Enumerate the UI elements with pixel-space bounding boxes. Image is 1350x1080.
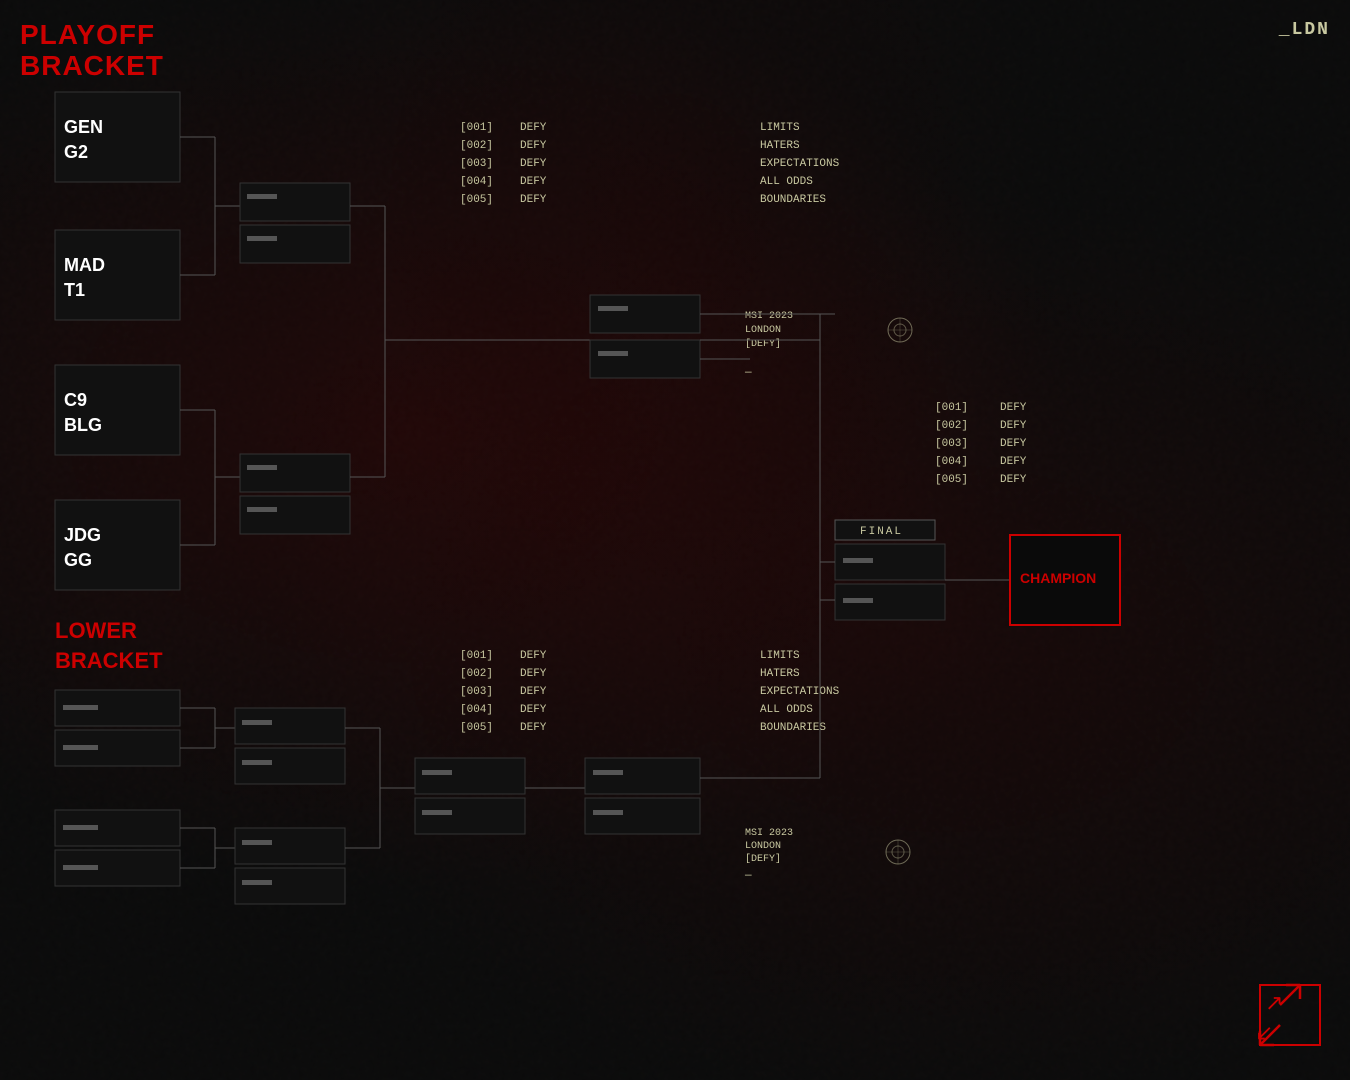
svg-text:LONDON: LONDON <box>745 325 781 336</box>
svg-text:DEFY: DEFY <box>520 140 547 152</box>
svg-text:[003]: [003] <box>935 438 968 450</box>
svg-text:T1: T1 <box>64 280 85 300</box>
svg-text:DEFY: DEFY <box>520 668 547 680</box>
svg-text:GG: GG <box>64 550 92 570</box>
svg-text:LIMITS: LIMITS <box>760 122 800 134</box>
svg-text:CHAMPION: CHAMPION <box>1020 570 1096 586</box>
svg-text:EXPECTATIONS: EXPECTATIONS <box>760 158 840 170</box>
svg-text:DEFY: DEFY <box>1000 438 1027 450</box>
svg-text:BRACKET: BRACKET <box>55 648 163 673</box>
svg-text:EXPECTATIONS: EXPECTATIONS <box>760 686 840 698</box>
svg-text:[003]: [003] <box>460 686 493 698</box>
svg-text:C9: C9 <box>64 390 87 410</box>
svg-text:[004]: [004] <box>460 704 493 716</box>
svg-text:↗: ↗ <box>1265 990 1283 1015</box>
svg-text:DEFY: DEFY <box>520 122 547 134</box>
svg-text:DEFY: DEFY <box>1000 402 1027 414</box>
svg-text:[DEFY]: [DEFY] <box>745 853 781 865</box>
svg-text:↙: ↙ <box>1255 1020 1273 1045</box>
svg-text:—: — <box>744 870 752 882</box>
svg-text:DEFY: DEFY <box>520 686 547 698</box>
svg-text:DEFY: DEFY <box>520 176 547 188</box>
svg-text:DEFY: DEFY <box>520 194 547 206</box>
svg-text:LIMITS: LIMITS <box>760 650 800 662</box>
svg-text:ALL ODDS: ALL ODDS <box>760 176 813 188</box>
svg-text:DEFY: DEFY <box>520 158 547 170</box>
svg-text:BOUNDARIES: BOUNDARIES <box>760 194 826 206</box>
svg-text:MSI 2023: MSI 2023 <box>745 828 793 839</box>
svg-text:HATERS: HATERS <box>760 668 800 680</box>
svg-text:BLG: BLG <box>64 415 102 435</box>
svg-text:LOWER: LOWER <box>55 618 137 643</box>
svg-text:MAD: MAD <box>64 255 105 275</box>
svg-text:[002]: [002] <box>460 140 493 152</box>
svg-text:DEFY: DEFY <box>520 722 547 734</box>
playoff-bracket-title: PLAYOFF BRACKET <box>20 20 164 82</box>
svg-text:—: — <box>744 367 752 379</box>
svg-text:G2: G2 <box>64 142 88 162</box>
svg-text:FINAL: FINAL <box>860 526 903 538</box>
svg-text:[005]: [005] <box>460 194 493 206</box>
svg-text:MSI 2023: MSI 2023 <box>745 311 793 322</box>
svg-text:[004]: [004] <box>935 456 968 468</box>
svg-text:DEFY: DEFY <box>1000 420 1027 432</box>
svg-text:GEN: GEN <box>64 117 103 137</box>
svg-text:[002]: [002] <box>935 420 968 432</box>
svg-text:DEFY: DEFY <box>1000 456 1027 468</box>
svg-text:[004]: [004] <box>460 176 493 188</box>
svg-text:DEFY: DEFY <box>520 650 547 662</box>
svg-text:HATERS: HATERS <box>760 140 800 152</box>
svg-text:DEFY: DEFY <box>1000 474 1027 486</box>
svg-text:JDG: JDG <box>64 525 101 545</box>
svg-text:[002]: [002] <box>460 668 493 680</box>
svg-text:BOUNDARIES: BOUNDARIES <box>760 722 826 734</box>
svg-text:[DEFY]: [DEFY] <box>745 338 781 350</box>
bracket-svg: GEN G2 MAD T1 C9 BLG JDG GG <box>0 0 1350 1080</box>
location-title: _LDN <box>1279 20 1330 40</box>
svg-text:[005]: [005] <box>460 722 493 734</box>
svg-text:[001]: [001] <box>460 122 493 134</box>
header: PLAYOFF BRACKET _LDN <box>20 20 1330 82</box>
main-container: PLAYOFF BRACKET _LDN GEN G2 MAD T1 C9 BL… <box>0 0 1350 1080</box>
svg-text:[001]: [001] <box>935 402 968 414</box>
svg-text:[003]: [003] <box>460 158 493 170</box>
svg-text:LONDON: LONDON <box>745 841 781 852</box>
svg-text:[005]: [005] <box>935 474 968 486</box>
svg-text:[001]: [001] <box>460 650 493 662</box>
svg-text:ALL ODDS: ALL ODDS <box>760 704 813 716</box>
svg-text:DEFY: DEFY <box>520 704 547 716</box>
